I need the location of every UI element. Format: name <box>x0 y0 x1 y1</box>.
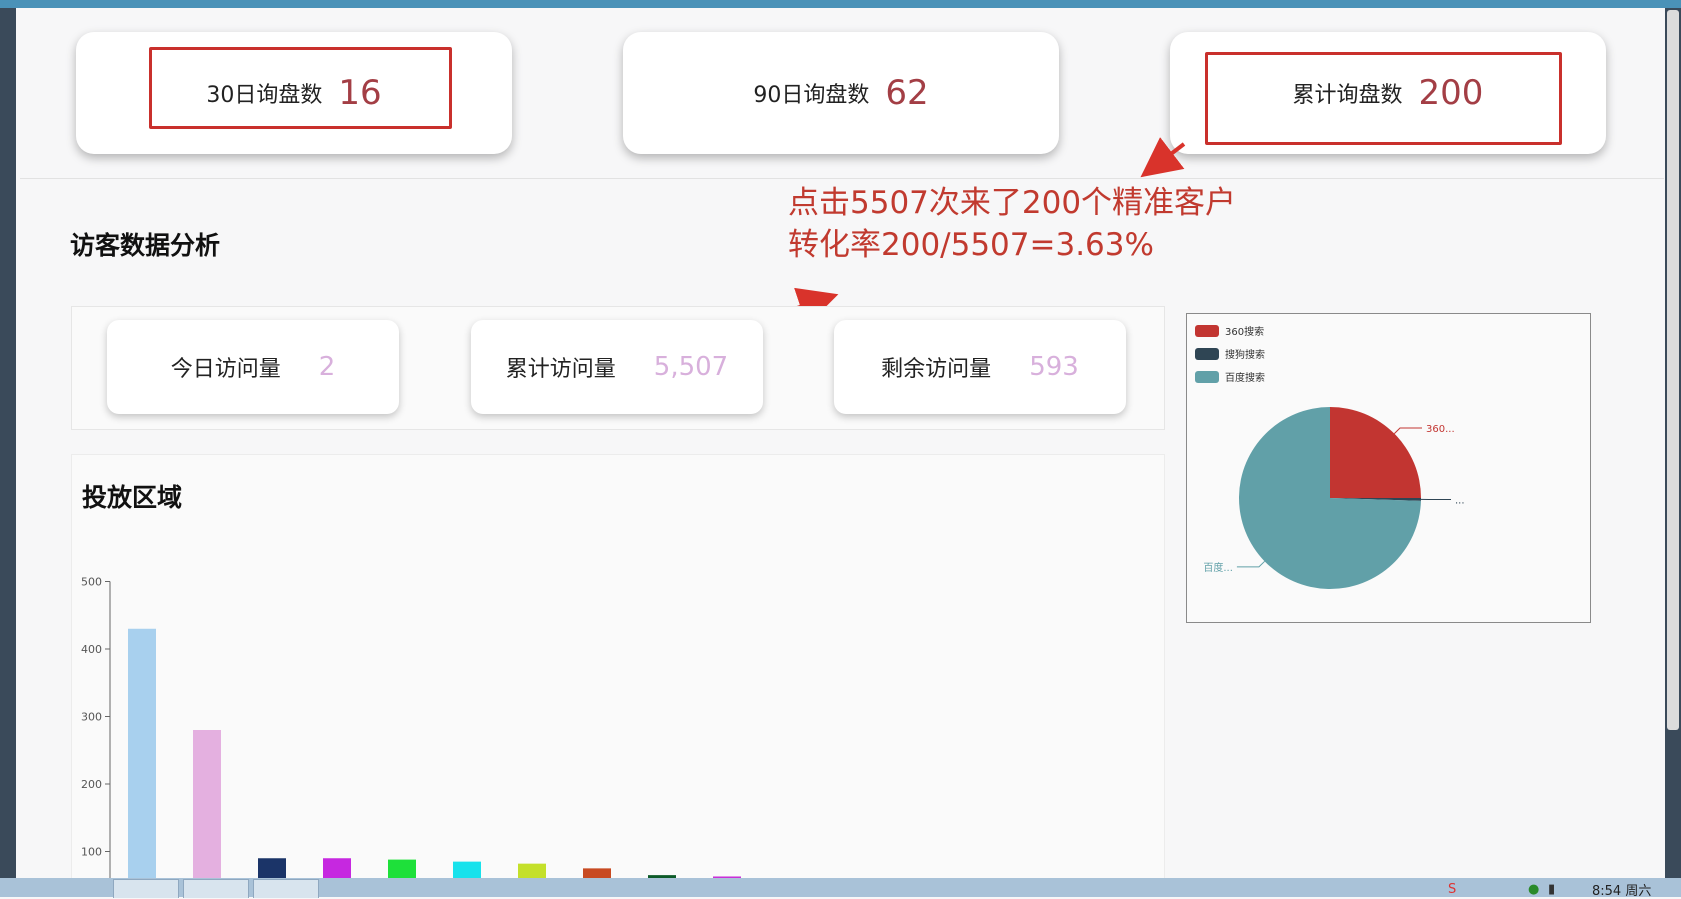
bar-y-tick-label: 500 <box>81 576 102 589</box>
pie-legend-swatch <box>1195 348 1219 360</box>
bar-y-tick-label: 300 <box>81 711 102 724</box>
pie-label-line <box>1237 561 1265 567</box>
taskbar-app-browser[interactable] <box>113 879 179 898</box>
bar-y-tick-label: 200 <box>81 778 102 791</box>
taskbar-clock[interactable]: 8:54 周六 <box>1592 880 1651 899</box>
pie-legend-swatch <box>1195 325 1219 337</box>
bar-7 <box>583 868 611 878</box>
pie-label-line <box>1394 428 1422 434</box>
pie-legend-label: 搜狗搜索 <box>1225 348 1265 361</box>
bar-3 <box>323 858 351 878</box>
pie-legend-label: 百度搜索 <box>1225 371 1265 384</box>
bar-0 <box>128 629 156 878</box>
pie-slice-label: ... <box>1455 496 1465 507</box>
bar-1 <box>193 730 221 878</box>
visit-value: 5,507 <box>654 352 728 382</box>
pie-slice-label: 360... <box>1426 424 1455 435</box>
visit-card-remaining: 剩余访问量 593 <box>834 320 1126 414</box>
pie-legend-label: 360搜索 <box>1225 325 1264 338</box>
region-bar-chart: 100 200 300 400 500 <box>71 540 1131 878</box>
visit-card-today: 今日访问量 2 <box>107 320 399 414</box>
source-pie-chart: 360搜索搜狗搜索百度搜索 360...... 百度... <box>1187 314 1590 622</box>
region-chart-title: 投放区域 <box>82 478 182 514</box>
taskbar-app-folder[interactable] <box>183 879 249 898</box>
pie-slice-0 <box>1330 407 1421 498</box>
visit-label: 累计访问量 <box>506 351 616 383</box>
taskbar-app-wps[interactable] <box>253 879 319 898</box>
bar-4 <box>388 860 416 878</box>
visit-card-total: 累计访问量 5,507 <box>471 320 763 414</box>
visit-value: 593 <box>1029 352 1079 382</box>
bar-5 <box>453 862 481 878</box>
section-title-visitors: 访客数据分析 <box>70 226 220 262</box>
pie-slice-label: 百度... <box>1203 561 1233 574</box>
bar-y-tick-label: 100 <box>81 846 102 859</box>
bar-y-tick-label: 400 <box>81 643 102 656</box>
security-icon[interactable]: ● <box>1528 882 1539 897</box>
visit-value: 2 <box>319 352 336 382</box>
network-icon[interactable]: ▮ <box>1548 882 1555 897</box>
arrow-to-total-inquiries <box>1150 144 1184 170</box>
visit-label: 今日访问量 <box>171 351 281 383</box>
bar-6 <box>518 864 546 878</box>
pie-legend-swatch <box>1195 371 1219 383</box>
bar-2 <box>258 858 286 878</box>
source-pie-panel: 360搜索搜狗搜索百度搜索 360...... 百度... <box>1186 313 1591 623</box>
visit-label: 剩余访问量 <box>881 351 991 383</box>
input-method-icon[interactable]: S <box>1448 882 1456 897</box>
